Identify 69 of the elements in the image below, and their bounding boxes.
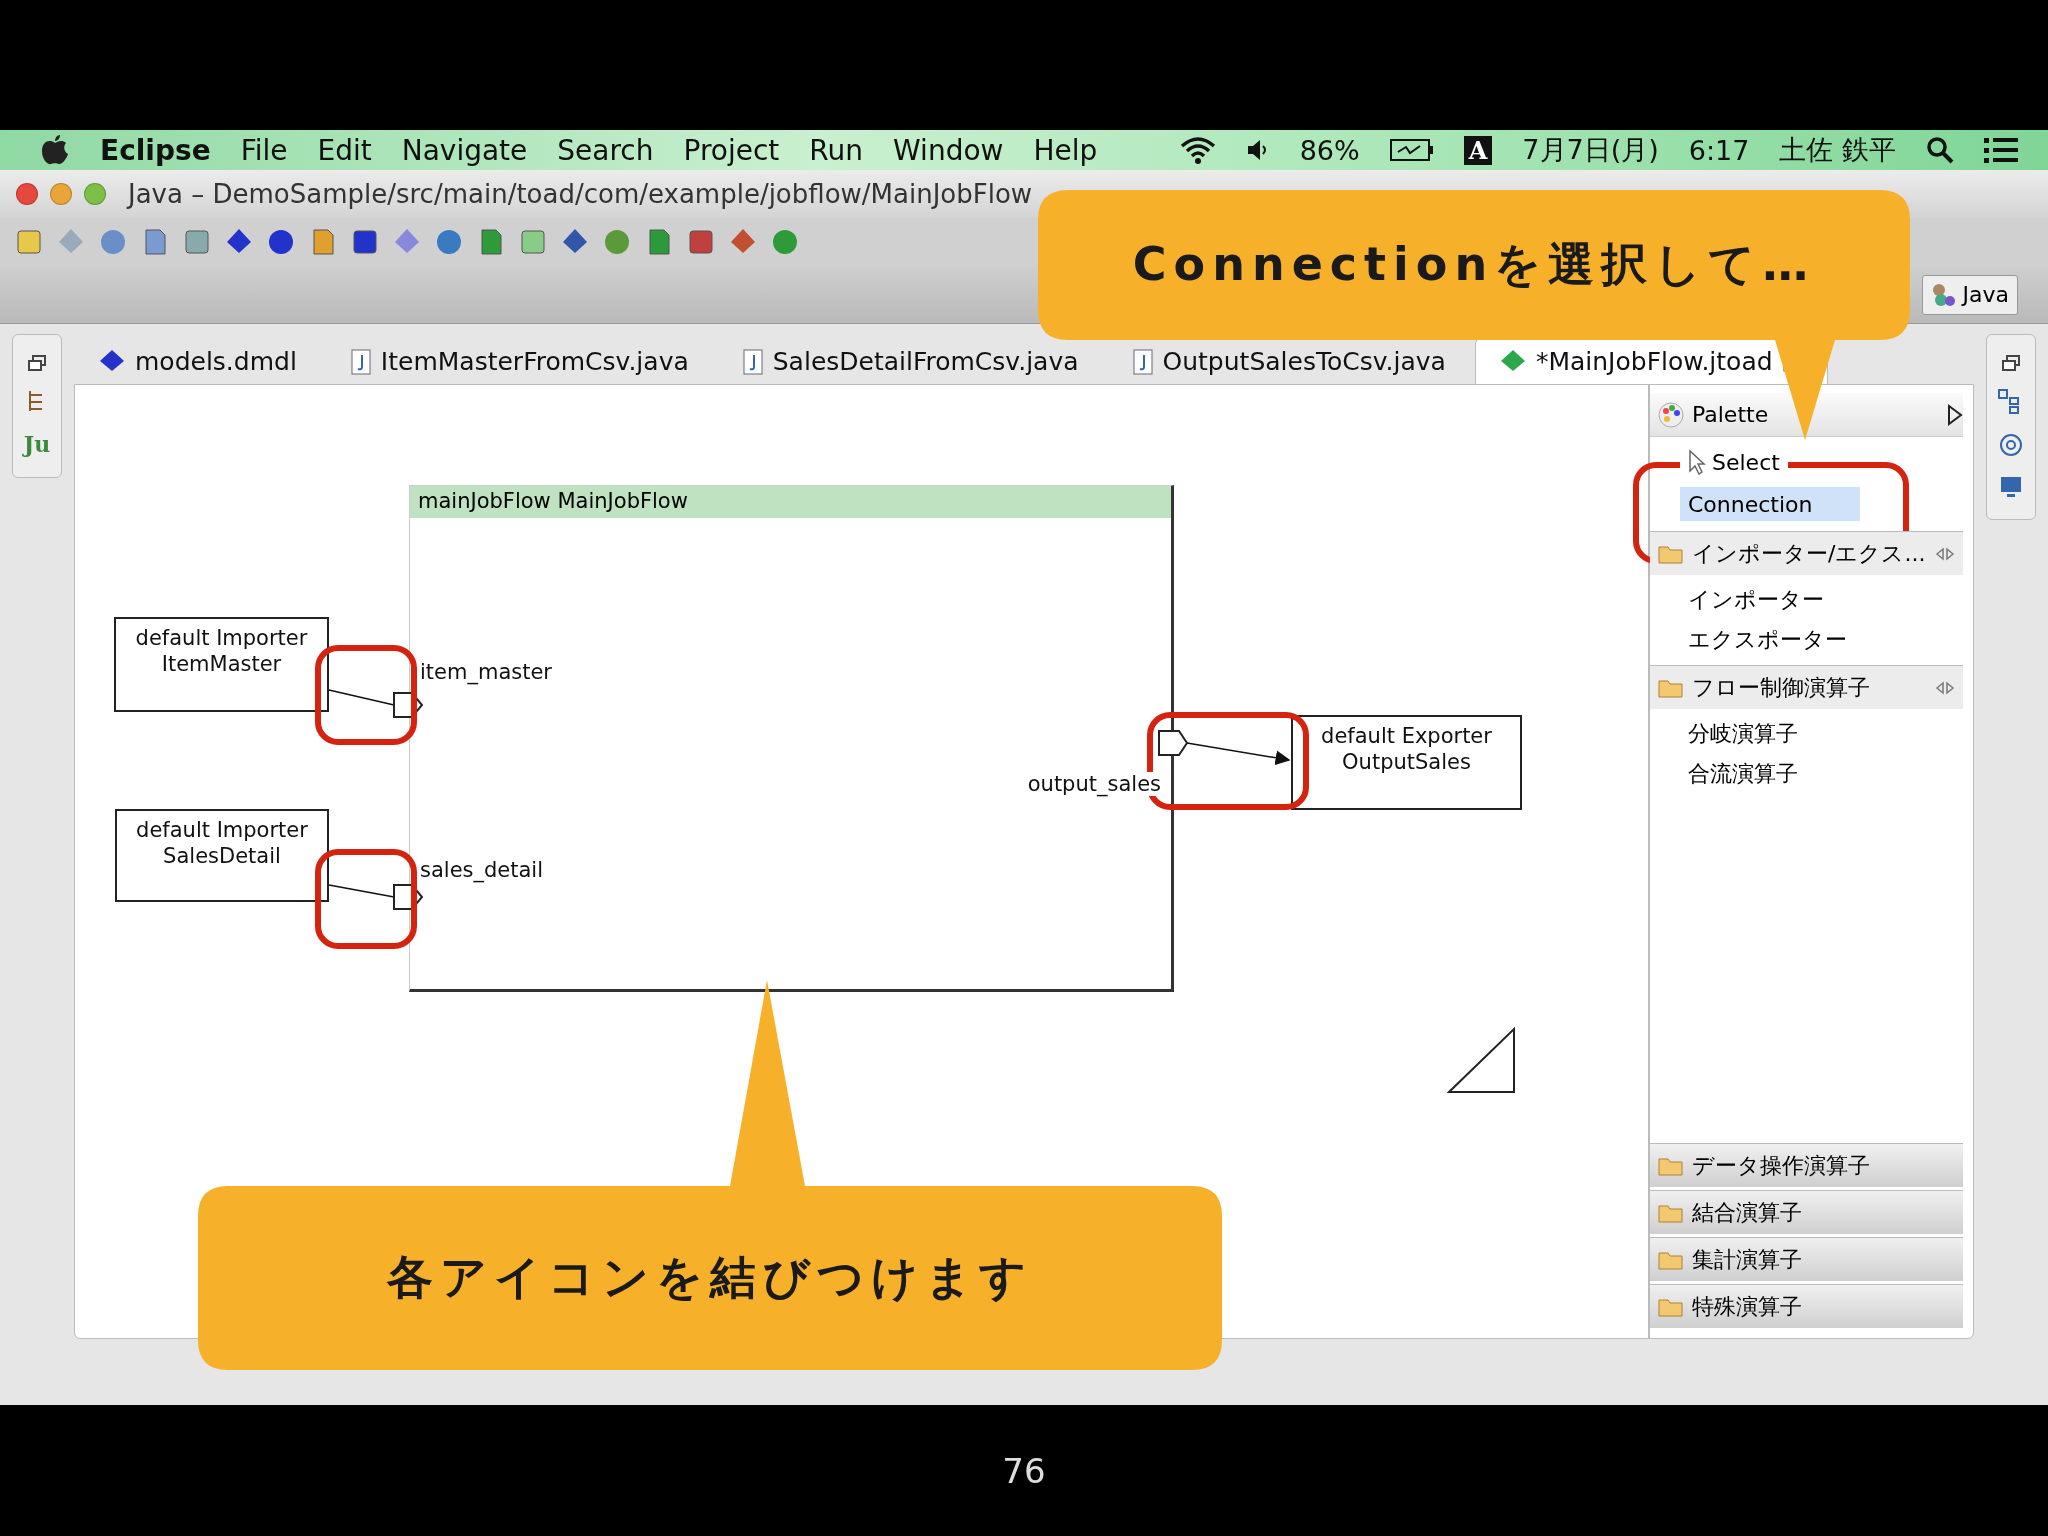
menu-item[interactable]: Help: [1033, 133, 1098, 167]
user-name[interactable]: 土佐 鉄平: [1779, 132, 1896, 168]
palette-item[interactable]: エクスポーター: [1688, 625, 1963, 655]
flow-title: mainJobFlow MainJobFlow: [410, 486, 1171, 518]
port-label: output_sales: [1025, 772, 1163, 796]
palette-item[interactable]: 分岐演算子: [1688, 719, 1963, 749]
operator-node[interactable]: default Importer SalesDetail: [115, 809, 329, 902]
connection-line[interactable]: [328, 689, 395, 706]
editor-tab[interactable]: OutputSalesToCsv.java: [1107, 338, 1471, 384]
palette-drawer[interactable]: 集計演算子: [1650, 1237, 1963, 1281]
restore-icon[interactable]: [28, 355, 46, 371]
close-button[interactable]: [16, 183, 38, 205]
resize-handle-icon[interactable]: [1446, 1026, 1515, 1093]
square-icon[interactable]: [686, 227, 716, 257]
circle-icon[interactable]: [266, 227, 296, 257]
menu-item[interactable]: Search: [557, 133, 654, 167]
palette-item[interactable]: インポーター: [1688, 585, 1963, 615]
editor-tab[interactable]: SalesDetailFromCsv.java: [717, 338, 1104, 384]
palette-title: Palette: [1692, 402, 1770, 427]
flow-frame[interactable]: mainJobFlow MainJobFlow item_master sales_detail output_sales: [409, 485, 1174, 992]
triangle-right-icon[interactable]: [1947, 403, 1963, 426]
menu-date: 7月7日(月): [1522, 133, 1659, 167]
palette-drawer[interactable]: 結合演算子: [1650, 1190, 1963, 1234]
java-file-icon: [350, 348, 371, 375]
square-icon[interactable]: [182, 227, 212, 257]
connection-line[interactable]: [1186, 742, 1291, 766]
apple-icon[interactable]: [40, 134, 70, 166]
palette-icon: [1658, 401, 1684, 428]
editor-tab[interactable]: ItemMasterFromCsv.java: [325, 338, 714, 384]
perspective-icon: [1930, 281, 1957, 308]
palette-drawer[interactable]: データ操作演算子: [1650, 1143, 1963, 1187]
menu-item[interactable]: Edit: [317, 133, 372, 167]
battery-percent: 86%: [1299, 134, 1360, 166]
menu-item[interactable]: Project: [683, 133, 780, 167]
list-icon[interactable]: [1984, 137, 2018, 163]
wifi-icon[interactable]: [1179, 136, 1216, 164]
port-icon[interactable]: [1158, 730, 1189, 756]
slide-number: 76: [1002, 1450, 1046, 1491]
menu-item[interactable]: File: [240, 133, 288, 167]
callout-text: Connectionを選択して…: [1132, 236, 1816, 293]
menu-item[interactable]: Window: [893, 133, 1004, 167]
circle-icon[interactable]: [434, 227, 464, 257]
zoom-button[interactable]: [84, 183, 106, 205]
square-icon[interactable]: [350, 227, 380, 257]
callout-text: 各アイコンを結びつけます: [387, 1249, 1033, 1306]
connection-line[interactable]: [328, 884, 395, 898]
monitor-icon[interactable]: [1999, 475, 2023, 499]
menu-item[interactable]: Eclipse: [100, 133, 211, 167]
restore-icon[interactable]: [2002, 355, 2020, 371]
menu-item[interactable]: Navigate: [401, 133, 528, 167]
palette-item[interactable]: 合流演算子: [1688, 759, 1963, 789]
battery-icon[interactable]: [1389, 138, 1434, 162]
window-title: Java – DemoSample/src/main/toad/com/example/jobflow/MainJobFlow: [128, 179, 1033, 209]
menu-item[interactable]: Run: [809, 133, 864, 167]
operator-node[interactable]: default Exporter OutputSales: [1291, 715, 1522, 810]
palette-drawer[interactable]: フロー制御演算子: [1650, 665, 1963, 709]
menu-time: 6:17: [1688, 134, 1750, 166]
operator-node[interactable]: default Importer ItemMaster: [114, 617, 329, 712]
junit-label[interactable]: Ju: [23, 431, 51, 457]
perspective-button[interactable]: Java: [1921, 274, 2018, 315]
palette-drawer[interactable]: 特殊演算子: [1650, 1284, 1963, 1328]
editor-tab[interactable]: models.dmdl: [74, 338, 322, 384]
port-label: item_master: [418, 660, 554, 684]
java-file-icon: [742, 348, 763, 375]
input-mode[interactable]: A: [1463, 135, 1493, 165]
java-file-icon: [1132, 348, 1153, 375]
pin-icon[interactable]: [1935, 546, 1955, 561]
search-icon[interactable]: [1926, 136, 1954, 164]
pin-icon[interactable]: [1935, 680, 1955, 695]
